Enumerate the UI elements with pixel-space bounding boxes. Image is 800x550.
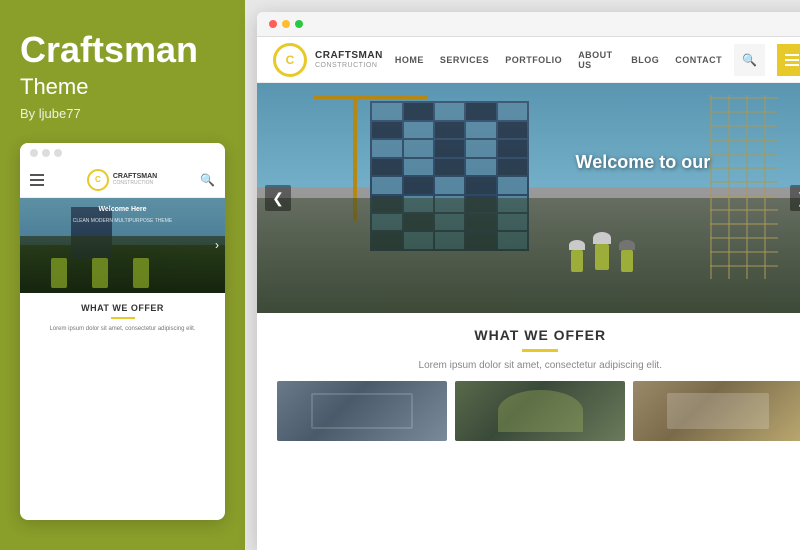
- theme-subtitle: Theme: [20, 74, 225, 100]
- mobile-logo-name: CRAFTSMAN: [113, 173, 157, 181]
- desktop-nav-items: HOME SERVICES PORTFOLIO ABOUT US BLOG CO…: [395, 50, 722, 70]
- nav-item-portfolio[interactable]: PORTFOLIO: [505, 55, 562, 65]
- desktop-search-button[interactable]: 🔍: [734, 44, 765, 76]
- offer-divider: [522, 349, 558, 352]
- hamburger-line: [30, 174, 44, 176]
- offer-image-1: [277, 381, 447, 441]
- desktop-logo: C CRAFTSMAN CONSTRUCTION: [273, 43, 383, 77]
- mobile-offer-title: WHAT WE OFFER: [30, 303, 215, 313]
- desktop-hero: Welcome to our ❮ ❯: [257, 83, 800, 313]
- mobile-preview-card: C CRAFTSMAN CONSTRUCTION 🔍 We: [20, 143, 225, 520]
- nav-item-services[interactable]: SERVICES: [440, 55, 489, 65]
- mobile-search-icon[interactable]: 🔍: [200, 173, 215, 187]
- chevron-left-icon: ❮: [272, 190, 284, 207]
- desktop-logo-text-group: CRAFTSMAN CONSTRUCTION: [315, 50, 383, 69]
- mobile-logo-letter: C: [95, 175, 101, 184]
- interior-icon: [667, 393, 769, 429]
- dot-red: [269, 20, 277, 28]
- mobile-hero-text: Welcome Here: [20, 206, 225, 213]
- hamburger-line: [30, 184, 44, 186]
- mobile-hamburger-icon[interactable]: [30, 174, 44, 186]
- nav-item-blog[interactable]: BLOG: [631, 55, 659, 65]
- right-panel: C CRAFTSMAN CONSTRUCTION HOME SERVICES P…: [245, 0, 800, 550]
- hamburger-line: [785, 64, 799, 66]
- desktop-logo-name: CRAFTSMAN: [315, 50, 383, 62]
- chevron-right-icon: ❯: [797, 190, 800, 207]
- offer-images-row: [277, 381, 800, 441]
- desktop-nav: C CRAFTSMAN CONSTRUCTION HOME SERVICES P…: [257, 37, 800, 83]
- hamburger-line: [785, 54, 799, 56]
- hero-overlay: [257, 83, 800, 313]
- offer-title: WHAT WE OFFER: [277, 327, 800, 343]
- desktop-preview: C CRAFTSMAN CONSTRUCTION HOME SERVICES P…: [257, 12, 800, 550]
- desktop-logo-sub: CONSTRUCTION: [315, 62, 383, 69]
- offer-image-2: [455, 381, 625, 441]
- hamburger-line: [785, 59, 799, 61]
- hero-welcome-text: Welcome to our: [576, 152, 711, 173]
- hero-prev-button[interactable]: ❮: [265, 185, 291, 211]
- dot-3: [54, 149, 62, 157]
- nav-item-home[interactable]: HOME: [395, 55, 424, 65]
- desktop-logo-letter: C: [286, 53, 295, 67]
- mobile-hero: Welcome Here CLEAN MODERN MULTIPURPOSE T…: [20, 198, 225, 293]
- mobile-titlebar: [20, 143, 225, 163]
- left-panel: Craftsman Theme By ljube77 C CRAFTSMAN C…: [0, 0, 245, 550]
- theme-title: Craftsman: [20, 30, 225, 70]
- mobile-nav: C CRAFTSMAN CONSTRUCTION 🔍: [20, 163, 225, 198]
- dot-1: [30, 149, 38, 157]
- mobile-hero-subtext: CLEAN MODERN MULTIPURPOSE THEME: [20, 218, 225, 224]
- offer-image-3: [633, 381, 800, 441]
- dot-2: [42, 149, 50, 157]
- nav-item-about[interactable]: ABOUT US: [578, 50, 615, 70]
- mobile-logo-sub: CONSTRUCTION: [113, 180, 157, 186]
- hamburger-line: [30, 179, 44, 181]
- mobile-chevron-right-icon[interactable]: ›: [215, 238, 219, 252]
- offer-description: Lorem ipsum dolor sit amet, consectetur …: [277, 360, 800, 371]
- blueprint-icon: [311, 393, 413, 429]
- desktop-menu-button[interactable]: [777, 44, 800, 76]
- offer-section: WHAT WE OFFER Lorem ipsum dolor sit amet…: [257, 313, 800, 451]
- mobile-offer-text: Lorem ipsum dolor sit amet, consectetur …: [30, 325, 215, 333]
- dot-green: [295, 20, 303, 28]
- worker-icon: [498, 390, 583, 432]
- mobile-offer-divider: [111, 317, 135, 319]
- desktop-titlebar: [257, 12, 800, 37]
- desktop-hamburger-icon: [785, 54, 799, 66]
- hero-next-button[interactable]: ❯: [790, 185, 800, 211]
- mobile-logo-text-group: CRAFTSMAN CONSTRUCTION: [113, 173, 157, 187]
- theme-author: By ljube77: [20, 106, 225, 121]
- desktop-logo-circle: C: [273, 43, 307, 77]
- dot-yellow: [282, 20, 290, 28]
- mobile-logo: C CRAFTSMAN CONSTRUCTION: [87, 169, 157, 191]
- mobile-offer-section: WHAT WE OFFER Lorem ipsum dolor sit amet…: [20, 293, 225, 343]
- mobile-logo-circle: C: [87, 169, 109, 191]
- nav-item-contact[interactable]: CONTACT: [675, 55, 722, 65]
